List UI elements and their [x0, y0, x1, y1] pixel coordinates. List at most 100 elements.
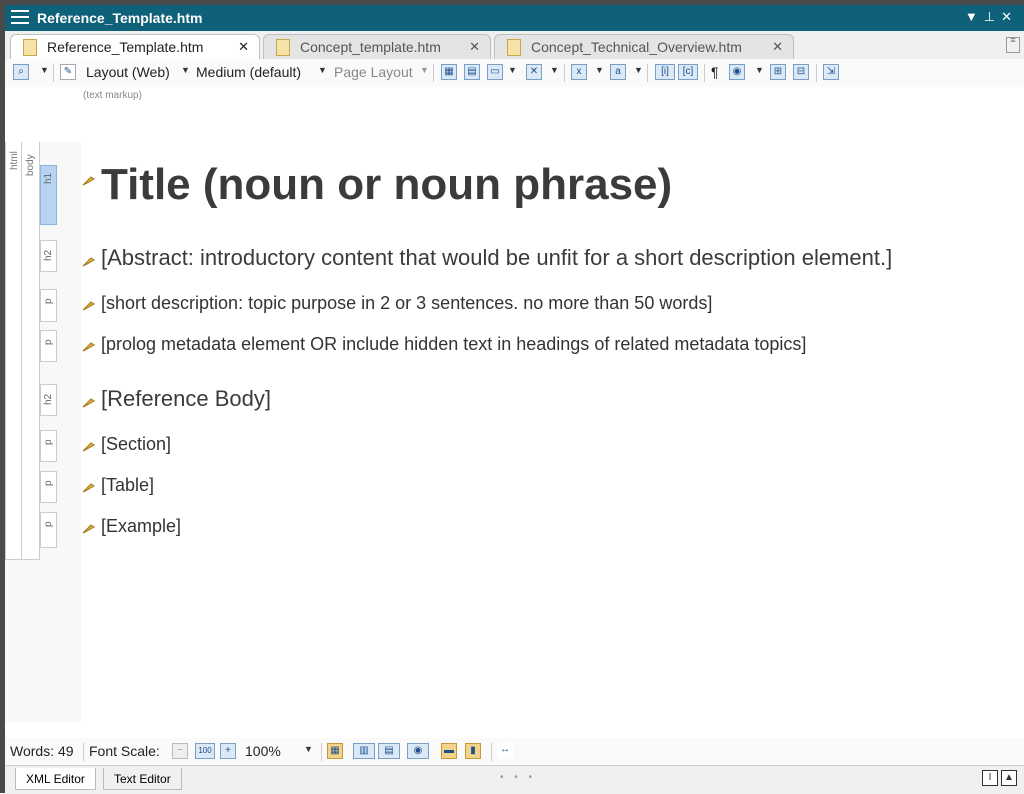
- size-dropdown-icon[interactable]: ▼: [318, 65, 327, 75]
- thought-pin-icon[interactable]: [82, 440, 96, 452]
- tab-text-editor[interactable]: Text Editor: [103, 768, 182, 790]
- font-scale-reset-icon[interactable]: 100: [195, 743, 215, 759]
- font-scale-decrease-icon[interactable]: −: [172, 743, 188, 759]
- conditions-icon[interactable]: ✕: [526, 64, 542, 80]
- window-controls: ▼⊥✕: [965, 9, 1018, 25]
- status-bar: Words: 49 Font Scale: − 100 + 100% ▼ ▦ ▥…: [5, 738, 1024, 764]
- insert-snippet-icon[interactable]: ⇲: [823, 64, 839, 80]
- layout-select[interactable]: Layout (Web): [86, 64, 170, 82]
- zoom-view-dropdown[interactable]: ▼: [40, 65, 49, 75]
- page-layout-select[interactable]: Page Layout: [334, 64, 413, 82]
- split-view-icon[interactable]: I: [982, 770, 998, 786]
- collapse-icon[interactable]: ⊟: [793, 64, 809, 80]
- structure-tag-p[interactable]: p: [40, 430, 57, 462]
- tag-label: p: [43, 439, 54, 445]
- expand-icon[interactable]: ⊞: [770, 64, 786, 80]
- close-tab-icon[interactable]: ✕: [469, 39, 480, 55]
- structure-tag-p[interactable]: p: [40, 471, 57, 503]
- short-description-block[interactable]: [short description: topic purpose in 2 o…: [82, 293, 712, 314]
- thought-pin-icon[interactable]: [82, 299, 96, 311]
- text-format-icon[interactable]: a: [610, 64, 626, 80]
- document-canvas[interactable]: Title (noun or noun phrase) [Abstract: i…: [81, 142, 1024, 722]
- show-tags-icon[interactable]: [i]: [655, 64, 675, 80]
- thought-pin-icon[interactable]: [82, 522, 96, 534]
- reference-body-block[interactable]: [Reference Body]: [82, 386, 271, 412]
- structure-tag-h1[interactable]: h1: [40, 165, 57, 225]
- show-conditions-icon[interactable]: [c]: [678, 64, 698, 80]
- structure-tag-h2[interactable]: h2: [40, 240, 57, 272]
- tab-xml-editor[interactable]: XML Editor: [15, 768, 96, 790]
- tab-reference-template[interactable]: Reference_Template.htm ✕: [10, 34, 260, 60]
- preview-mode-icon[interactable]: ◉: [407, 743, 429, 759]
- topic-title-block[interactable]: Title (noun or noun phrase): [82, 160, 672, 210]
- show-blocks-icon[interactable]: ▥: [353, 743, 375, 759]
- dropdown-icon[interactable]: ▼: [965, 9, 984, 24]
- pilcrow-button[interactable]: ¶: [711, 64, 719, 82]
- table-block[interactable]: [Table]: [82, 475, 154, 496]
- prolog-block[interactable]: [prolog metadata element OR include hidd…: [82, 334, 806, 355]
- insert-image-icon[interactable]: ▦: [441, 64, 457, 80]
- example-text[interactable]: [Example]: [101, 516, 181, 536]
- pin-icon[interactable]: ⊥: [984, 9, 1001, 24]
- font-scale-increase-icon[interactable]: +: [220, 743, 236, 759]
- zoom-dropdown-icon[interactable]: ▼: [304, 744, 313, 754]
- variable-icon[interactable]: x: [571, 64, 587, 80]
- section-block[interactable]: [Section]: [82, 434, 171, 455]
- size-select[interactable]: Medium (default): [196, 64, 301, 82]
- abstract-heading[interactable]: [Abstract: introductory content that wou…: [101, 245, 892, 270]
- thought-pin-icon[interactable]: [82, 174, 96, 186]
- hamburger-menu-icon[interactable]: [11, 10, 29, 26]
- layout-dropdown-icon[interactable]: ▼: [181, 65, 190, 75]
- vertical-ruler-icon[interactable]: ▮: [465, 743, 481, 759]
- zoom-view-icon[interactable]: ⌕: [13, 64, 29, 80]
- table-text[interactable]: [Table]: [101, 475, 154, 495]
- insert-figure-icon[interactable]: ▭: [487, 64, 503, 80]
- structure-tag-p[interactable]: p: [40, 289, 57, 322]
- page-layout-dropdown-icon[interactable]: ▼: [420, 65, 429, 75]
- variable-dropdown-icon[interactable]: ▼: [595, 65, 604, 75]
- insert-media-icon[interactable]: ▤: [464, 64, 480, 80]
- document-icon: [23, 39, 37, 56]
- tab-overflow-icon[interactable]: ≡: [1006, 36, 1020, 53]
- document-icon: [276, 39, 290, 56]
- close-tab-icon[interactable]: ✕: [772, 39, 783, 55]
- text-format-dropdown-icon[interactable]: ▼: [634, 65, 643, 75]
- tab-concept-technical-overview[interactable]: Concept_Technical_Overview.htm ✕: [494, 34, 794, 59]
- html-tag-label: html: [9, 151, 20, 170]
- window-title: Reference_Template.htm: [37, 10, 203, 26]
- layout-icon: ✎: [60, 64, 76, 80]
- prolog-text[interactable]: [prolog metadata element OR include hidd…: [101, 334, 806, 354]
- maximize-panel-icon[interactable]: ▲: [1001, 770, 1017, 786]
- close-icon[interactable]: ✕: [1001, 9, 1018, 24]
- short-description[interactable]: [short description: topic purpose in 2 o…: [101, 293, 712, 313]
- preview-icon[interactable]: ◉: [729, 64, 745, 80]
- show-spans-icon[interactable]: ▤: [378, 743, 400, 759]
- thought-pin-icon[interactable]: [82, 396, 96, 408]
- thought-pin-icon[interactable]: [82, 481, 96, 493]
- zoom-value[interactable]: 100%: [245, 743, 281, 761]
- structure-tag-p[interactable]: p: [40, 512, 57, 548]
- splitter-handle-icon[interactable]: • • •: [500, 772, 536, 783]
- thought-pin-icon[interactable]: [82, 255, 96, 267]
- structure-tag-h2[interactable]: h2: [40, 384, 57, 416]
- structure-tag-p[interactable]: p: [40, 330, 57, 362]
- tag-label: h1: [43, 172, 54, 184]
- section-text[interactable]: [Section]: [101, 434, 171, 454]
- title-bar: Reference_Template.htm ▼⊥✕: [5, 5, 1024, 31]
- conditions-dropdown-icon[interactable]: ▼: [550, 65, 559, 75]
- fit-width-icon[interactable]: ↔: [497, 743, 513, 759]
- reference-body-heading[interactable]: [Reference Body]: [101, 386, 271, 411]
- tab-concept-template[interactable]: Concept_template.htm ✕: [263, 34, 491, 59]
- font-scale-label: Font Scale:: [89, 743, 160, 759]
- color-style-icon[interactable]: ▦: [327, 743, 343, 759]
- abstract-block[interactable]: [Abstract: introductory content that wou…: [82, 245, 892, 271]
- preview-dropdown-icon[interactable]: ▼: [755, 65, 764, 75]
- horizontal-ruler-icon[interactable]: ▬: [441, 743, 457, 759]
- topic-title[interactable]: Title (noun or noun phrase): [101, 160, 672, 209]
- thought-pin-icon[interactable]: [82, 340, 96, 352]
- structure-bar-html[interactable]: html: [5, 142, 22, 560]
- example-block[interactable]: [Example]: [82, 516, 181, 537]
- structure-bar-body[interactable]: body: [22, 142, 40, 560]
- close-tab-icon[interactable]: ✕: [238, 39, 249, 55]
- figure-dropdown-icon[interactable]: ▼: [508, 65, 517, 75]
